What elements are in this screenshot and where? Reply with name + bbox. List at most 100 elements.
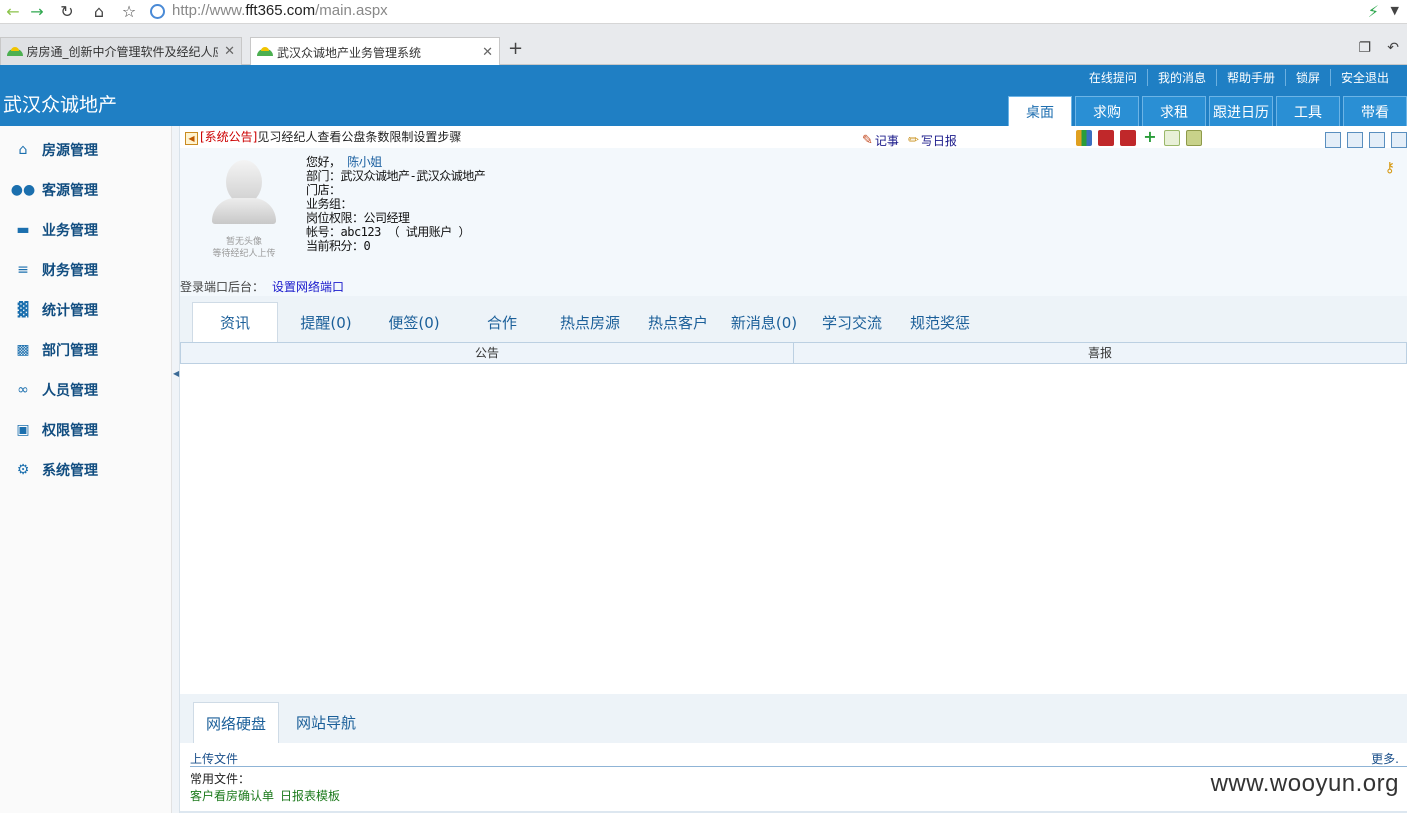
sidebar-item-business[interactable]: ▬ 业务管理	[0, 210, 171, 250]
nav-tab-calendar[interactable]: 跟进日历	[1209, 96, 1273, 126]
nav-tab-showing[interactable]: 带看	[1343, 96, 1407, 126]
nav-tab-desktop[interactable]: 桌面	[1008, 96, 1072, 126]
tab-rewards[interactable]: 规范奖惩	[898, 302, 982, 342]
file-link[interactable]: 客户看房确认单	[190, 789, 274, 803]
nav-tab-buy[interactable]: 求购	[1075, 96, 1139, 126]
users-icon: ●●	[10, 182, 36, 198]
tab-site-nav[interactable]: 网站导航	[284, 702, 368, 743]
sidebar-item-label: 统计管理	[42, 303, 98, 319]
column-good-news: 喜报	[1087, 346, 1112, 360]
browser-tab-active[interactable]: 武汉众诚地产业务管理系统 ✕	[250, 37, 500, 66]
new-tab-icon[interactable]: +	[508, 38, 523, 59]
link-my-messages[interactable]: 我的消息	[1146, 69, 1216, 86]
window-edit-icon[interactable]	[1391, 132, 1407, 148]
calculator-icon[interactable]	[1186, 130, 1202, 146]
tab-reminders[interactable]: 提醒(0)	[284, 302, 368, 342]
brand-title: 武汉众诚地产	[3, 94, 118, 116]
link-lock-screen[interactable]: 锁屏	[1284, 69, 1330, 86]
sidebar-item-properties[interactable]: ⌂ 房源管理	[0, 130, 171, 170]
clipboard-icon[interactable]	[1325, 132, 1341, 148]
url-field[interactable]: http://www.fft365.com/main.aspx	[172, 2, 388, 19]
tab-hot-clients[interactable]: 热点客户	[636, 302, 720, 342]
paperclip-icon: ∞	[17, 382, 29, 398]
column-announcements: 公告	[181, 343, 794, 363]
toolbar-icons: +	[1076, 129, 1208, 146]
sidebar-item-system[interactable]: ⚙︎ 系统管理	[0, 450, 171, 490]
file-link[interactable]: 日报表模板	[280, 789, 340, 803]
sidebar-item-clients[interactable]: ●● 客源管理	[0, 170, 171, 210]
report-label: 写日报	[920, 134, 957, 148]
window-restore-icon[interactable]: ❐	[1358, 40, 1371, 56]
user-name[interactable]: 陈小姐	[347, 155, 382, 169]
profile-info: 您好， 陈小姐 部门：武汉众诚地产-武汉众诚地产 门店： 业务组： 岗位权限：公…	[306, 155, 486, 253]
browser-tab[interactable]: 房房通_创新中介管理软件及经纪人应 ✕	[0, 37, 242, 65]
login-port-line: 登录端口后台： 设置网络端口	[180, 278, 344, 295]
tab-news[interactable]: 资讯	[192, 302, 278, 342]
lightning-icon[interactable]: ⚡︎	[1368, 2, 1379, 21]
tab-network-disk[interactable]: 网络硬盘	[193, 702, 279, 743]
collapse-arrow-icon[interactable]: ◀	[173, 369, 179, 378]
reload-icon[interactable]: ↻	[54, 0, 80, 23]
edit-icon: ✎	[862, 133, 873, 148]
window-list-icon[interactable]	[1347, 132, 1363, 148]
favicon-icon	[257, 47, 273, 57]
undo-icon[interactable]: ↶	[1387, 40, 1399, 56]
nav-tab-rent[interactable]: 求租	[1142, 96, 1206, 126]
bottom-tabs: 网络硬盘 网站导航	[180, 694, 1407, 743]
tab-cooperation[interactable]: 合作	[460, 302, 544, 342]
system-notice[interactable]: [系统公告]见习经纪人查看公盘条数限制设置步骤	[200, 128, 461, 145]
tab-hot-properties[interactable]: 热点房源	[548, 302, 632, 342]
link-online-question[interactable]: 在线提问	[1079, 69, 1147, 86]
home-icon: ⌂	[18, 142, 28, 158]
link-logout[interactable]: 安全退出	[1329, 69, 1399, 86]
tab-learning[interactable]: 学习交流	[810, 302, 894, 342]
upload-file-link[interactable]: 上传文件	[190, 750, 238, 767]
medical-cross-icon[interactable]	[1098, 130, 1114, 146]
more-link[interactable]: 更多.	[1371, 750, 1399, 767]
app-header: 武汉众诚地产 在线提问 我的消息 帮助手册 锁屏 安全退出 桌面 求购 求租 跟…	[0, 65, 1407, 126]
grid-icon[interactable]	[1369, 132, 1385, 148]
sidebar-item-finance[interactable]: ≡ 财务管理	[0, 250, 171, 290]
sitemap-icon: ▩	[16, 342, 30, 358]
login-port-label: 登录端口后台：	[180, 280, 265, 294]
link-help-manual[interactable]: 帮助手册	[1215, 69, 1285, 86]
notice-tag: [系统公告]	[200, 130, 258, 144]
common-files-list: 客户看房确认单 日报表模板	[190, 787, 346, 804]
key-icon[interactable]: ⚷	[1385, 160, 1395, 176]
tab-new-messages[interactable]: 新消息(0)	[722, 302, 806, 342]
back-icon[interactable]: ←	[0, 0, 26, 23]
chart-icon[interactable]	[1076, 130, 1092, 146]
sidebar-item-statistics[interactable]: ▓ 统计管理	[0, 290, 171, 330]
top-links: 在线提问 我的消息 帮助手册 锁屏 安全退出	[1079, 69, 1399, 86]
panel-icons	[1319, 132, 1407, 148]
sidebar-splitter[interactable]: ◀	[172, 126, 180, 813]
home-icon[interactable]: ⌂	[86, 0, 112, 23]
close-icon[interactable]: ✕	[476, 45, 493, 60]
sidebar-item-departments[interactable]: ▩ 部门管理	[0, 330, 171, 370]
sidebar-item-label: 房源管理	[42, 143, 98, 159]
money-icon: ≡	[17, 262, 29, 278]
add-file-icon[interactable]	[1164, 130, 1180, 146]
sidebar-item-permissions[interactable]: ▣ 权限管理	[0, 410, 171, 450]
sidebar-item-label: 业务管理	[42, 223, 98, 239]
nav-tab-tools[interactable]: 工具	[1276, 96, 1340, 126]
browser-address-bar: ← → ↻ ⌂ ☆ http://www.fft365.com/main.asp…	[0, 0, 1407, 24]
star-icon[interactable]: ☆	[116, 0, 142, 23]
note-button[interactable]: ✎ 记事	[862, 132, 899, 149]
greeting: 您好，	[306, 155, 341, 169]
daily-report-button[interactable]: ✏︎ 写日报	[908, 132, 957, 149]
plus-icon[interactable]: +	[1142, 129, 1158, 146]
avatar-body	[212, 198, 276, 224]
sidebar: ⌂ 房源管理 ●● 客源管理 ▬ 业务管理 ≡ 财务管理 ▓ 统计管理 ▩ 部门…	[0, 126, 172, 813]
edit-red-icon[interactable]	[1120, 130, 1136, 146]
profile-group: 业务组：	[306, 197, 353, 211]
sidebar-item-label: 权限管理	[42, 423, 98, 439]
divider	[190, 766, 1407, 767]
speaker-icon: ◀	[185, 132, 198, 145]
tab-notes[interactable]: 便签(0)	[372, 302, 456, 342]
sidebar-item-staff[interactable]: ∞ 人员管理	[0, 370, 171, 410]
set-network-port-link[interactable]: 设置网络端口	[272, 280, 344, 294]
forward-icon[interactable]: →	[24, 0, 50, 23]
close-icon[interactable]: ✕	[218, 44, 235, 59]
chevron-down-icon[interactable]: ▼	[1391, 4, 1399, 17]
